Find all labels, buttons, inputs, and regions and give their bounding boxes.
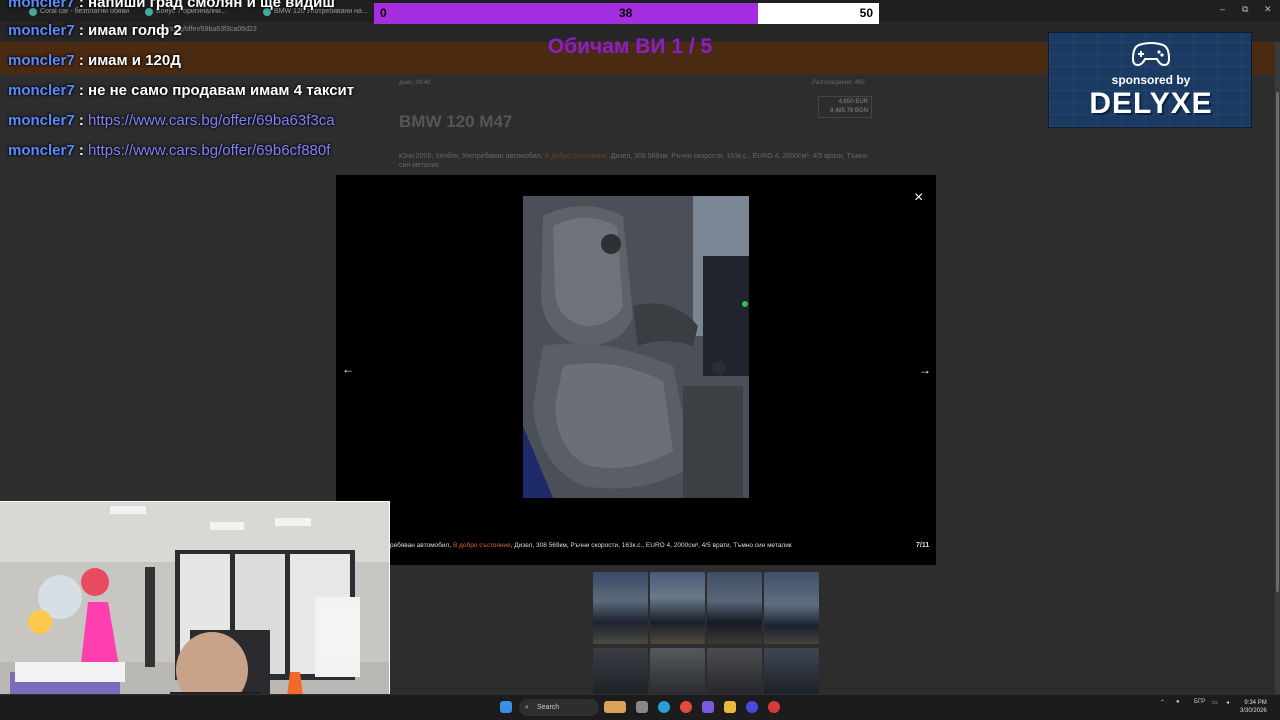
chat-text: напиши град смолян и ще видиш [88,0,335,11]
sponsor-label: sponsored by [1111,73,1191,87]
gallery-thumbnail[interactable] [593,648,648,694]
chat-line: moncler7 : напиши град смолян и ще видиш [8,0,335,11]
webcam-feed [0,501,390,720]
webcam-scene [0,502,389,720]
gallery-thumbnail[interactable] [707,648,762,694]
chat-line: moncler7 : https://www.cars.bg/offer/69b… [8,112,335,129]
chat-text: имам голф 2 [88,22,182,39]
network-icon[interactable]: ▭ [1212,699,1218,706]
language-indicator[interactable]: БГР [1194,699,1205,705]
search-icon: ⌕ [525,704,529,711]
chat-username: moncler7 [8,0,75,11]
chat-link[interactable]: https://www.cars.bg/offer/69ba63f3ca [88,112,335,129]
seat-photo-drawing [523,196,749,498]
chat-username: moncler7 [8,52,75,69]
chat-separator: : [74,112,89,129]
caption-text: , Дизел, 308 569км, Ръчни скорости, 163к… [510,542,792,549]
chat-separator: : [74,52,89,69]
price-bgn: 9,485.76 BGN [829,108,868,114]
clock-date: 3/30/2026 [1240,708,1267,714]
car-interior-photo [523,196,749,498]
weather-widget-icon[interactable] [604,701,626,713]
sponsor-brand: DELYXE [1089,87,1213,120]
chat-separator: : [74,0,89,11]
search-label: Search [537,704,560,711]
price-eur: 4,650 EUR [838,99,868,105]
gamepad-icon [1131,42,1171,67]
task-view-icon[interactable] [636,701,648,713]
chrome-alt-icon[interactable] [768,701,780,713]
vote-title: Обичам ВИ 1 / 5 [547,35,713,58]
obs-icon[interactable] [746,701,758,713]
chat-username: moncler7 [8,22,75,39]
vote-min: 0 [380,6,387,20]
scrollbar-thumb[interactable] [1276,92,1279,592]
gallery-thumbnail[interactable] [650,572,705,644]
vote-max: 50 [859,6,873,20]
chat-message: moncler7 : https://www.cars.bg/offer/69b… [0,112,372,134]
chat-text: имам и 120Д [88,52,181,69]
chat-separator: : [74,82,89,99]
page-scrollbar[interactable] [1275,42,1280,694]
system-clock[interactable]: 9:34 PM 3/30/2026 [1240,699,1267,715]
chat-line: moncler7 : не не само продавам имам 4 та… [8,82,354,99]
edge-icon[interactable] [658,701,670,713]
gallery-thumbnail[interactable] [650,648,705,694]
gallery-thumbnail[interactable] [764,648,819,694]
listing-title: BMW 120 M47 [399,112,513,131]
vote-progress-bar: 0 38 50 [374,3,879,24]
gallery-thumbnail[interactable] [764,572,819,644]
listing-views: Разглеждания: 463 [812,80,865,86]
close-lightbox-button[interactable]: × [914,189,923,207]
gallery-thumbnail[interactable] [593,572,648,644]
maximize-button[interactable]: ⧉ [1242,4,1248,15]
chat-line: moncler7 : имам голф 2 [8,22,182,39]
close-window-button[interactable]: ✕ [1264,4,1272,15]
chat-message: moncler7 : имам и 120Д [0,52,372,74]
prev-image-arrow-icon[interactable]: ← [342,362,354,376]
chat-message: moncler7 : https://www.cars.bg/offer/69b… [0,142,372,164]
taskbar-search[interactable]: ⌕ Search [519,699,599,716]
discord-icon[interactable] [702,701,714,713]
next-image-arrow-icon[interactable]: → [919,363,931,377]
chat-username: moncler7 [8,142,75,159]
lightbox-caption: ребяван автомобил, В добро състояние, Ди… [390,542,792,549]
desc-text: Юни 2005, Хечбек, Употребяван автомобил, [399,153,545,160]
mic-icon[interactable]: ● [1176,699,1180,705]
chat-link[interactable]: https://www.cars.bg/offer/69b6cf880f [88,142,330,159]
gallery-thumbnail[interactable] [707,572,762,644]
image-counter: 7/11 [916,542,930,549]
chrome-icon[interactable] [680,701,692,713]
chat-text: не не само продавам имам 4 таксит [88,82,355,99]
chat-message: moncler7 : напиши град смолян и ще видиш [0,0,372,16]
chat-username: moncler7 [8,112,75,129]
chat-separator: : [74,142,89,159]
chat-message: moncler7 : не не само продавам имам 4 та… [0,82,372,104]
vote-progress-fill [374,3,758,24]
price-box: 4,650 EUR 9,485.76 BGN [818,96,872,118]
chat-line: moncler7 : https://www.cars.bg/offer/69b… [8,142,330,159]
volume-icon[interactable]: ◂ [1226,699,1229,706]
listing-date: днес, 09:40 [399,80,431,86]
chat-username: moncler7 [8,82,75,99]
chat-message: moncler7 : имам голф 2 [0,22,372,44]
sponsor-banner: sponsored by DELYXE [1048,32,1252,128]
chat-line: moncler7 : имам и 120Д [8,52,181,69]
caption-text: ребяван автомобил, [390,542,453,549]
file-explorer-icon[interactable] [724,701,736,713]
tray-chevron-icon[interactable]: ⌃ [1160,699,1165,706]
vote-current: 38 [619,6,633,20]
caption-condition: В добро състояние [452,542,511,549]
chat-separator: : [74,22,89,39]
clock-time: 9:34 PM [1244,700,1267,706]
minimize-button[interactable]: – [1220,4,1225,14]
start-icon[interactable] [500,701,512,713]
windows-taskbar: ⌕ Search ⌃ ● БГР ▭ ◂ 9:34 PM 3/30/2026 [0,694,1280,720]
desc-condition: В добро състояние [544,153,607,160]
listing-description: Юни 2005, Хечбек, Употребяван автомобил,… [399,152,869,170]
